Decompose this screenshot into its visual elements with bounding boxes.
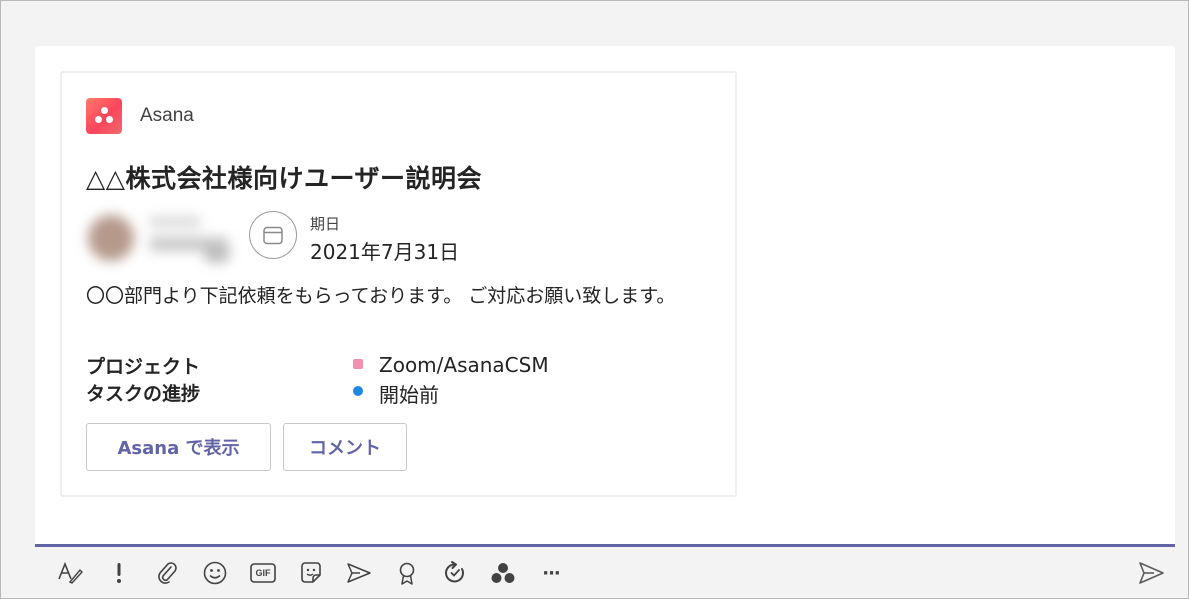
- important-icon[interactable]: [104, 558, 134, 588]
- more-text: ···: [542, 562, 560, 584]
- attach-icon[interactable]: [152, 558, 182, 588]
- fact-label-progress: タスクの進捗: [86, 383, 201, 405]
- due-date-value: 2021年7月31日: [310, 240, 460, 264]
- sticker-icon[interactable]: [296, 558, 326, 588]
- send-icon[interactable]: [1135, 557, 1167, 589]
- asana-logo-icon: [86, 98, 122, 134]
- gif-text: GIF: [255, 568, 271, 578]
- assignee-blurred: [84, 209, 234, 269]
- project-color-dot: [353, 359, 363, 369]
- task-title: △△株式会社様向けユーザー説明会: [86, 164, 482, 193]
- gif-icon[interactable]: GIF: [248, 558, 278, 588]
- progress-status-dot: [353, 386, 363, 396]
- fact-value-project: Zoom/AsanaCSM: [379, 353, 549, 377]
- calendar-icon: [249, 211, 297, 259]
- praise-icon[interactable]: [392, 558, 422, 588]
- asana-app-icon[interactable]: [488, 558, 518, 588]
- asana-task-card: Asana △△株式会社様向けユーザー説明会 期日 2021年7月31日 〇〇部…: [60, 71, 737, 497]
- loop-icon[interactable]: [440, 558, 470, 588]
- task-description: 〇〇部門より下記依頼をもらっております。 ご対応お願い致します。: [86, 285, 676, 307]
- format-icon[interactable]: [55, 558, 85, 588]
- card-app-header: Asana: [86, 98, 194, 134]
- emoji-icon[interactable]: [200, 558, 230, 588]
- app-name: Asana: [140, 105, 194, 126]
- fact-value-progress: 開始前: [379, 383, 439, 407]
- due-date-label: 期日: [310, 215, 341, 233]
- more-icon[interactable]: ···: [536, 558, 566, 588]
- praise-send-icon[interactable]: [344, 558, 374, 588]
- fact-label-project: プロジェクト: [86, 356, 201, 378]
- view-in-asana-button[interactable]: Asana で表示: [86, 423, 271, 471]
- comment-button[interactable]: コメント: [283, 423, 407, 471]
- compose-focus-underline: [35, 544, 1175, 547]
